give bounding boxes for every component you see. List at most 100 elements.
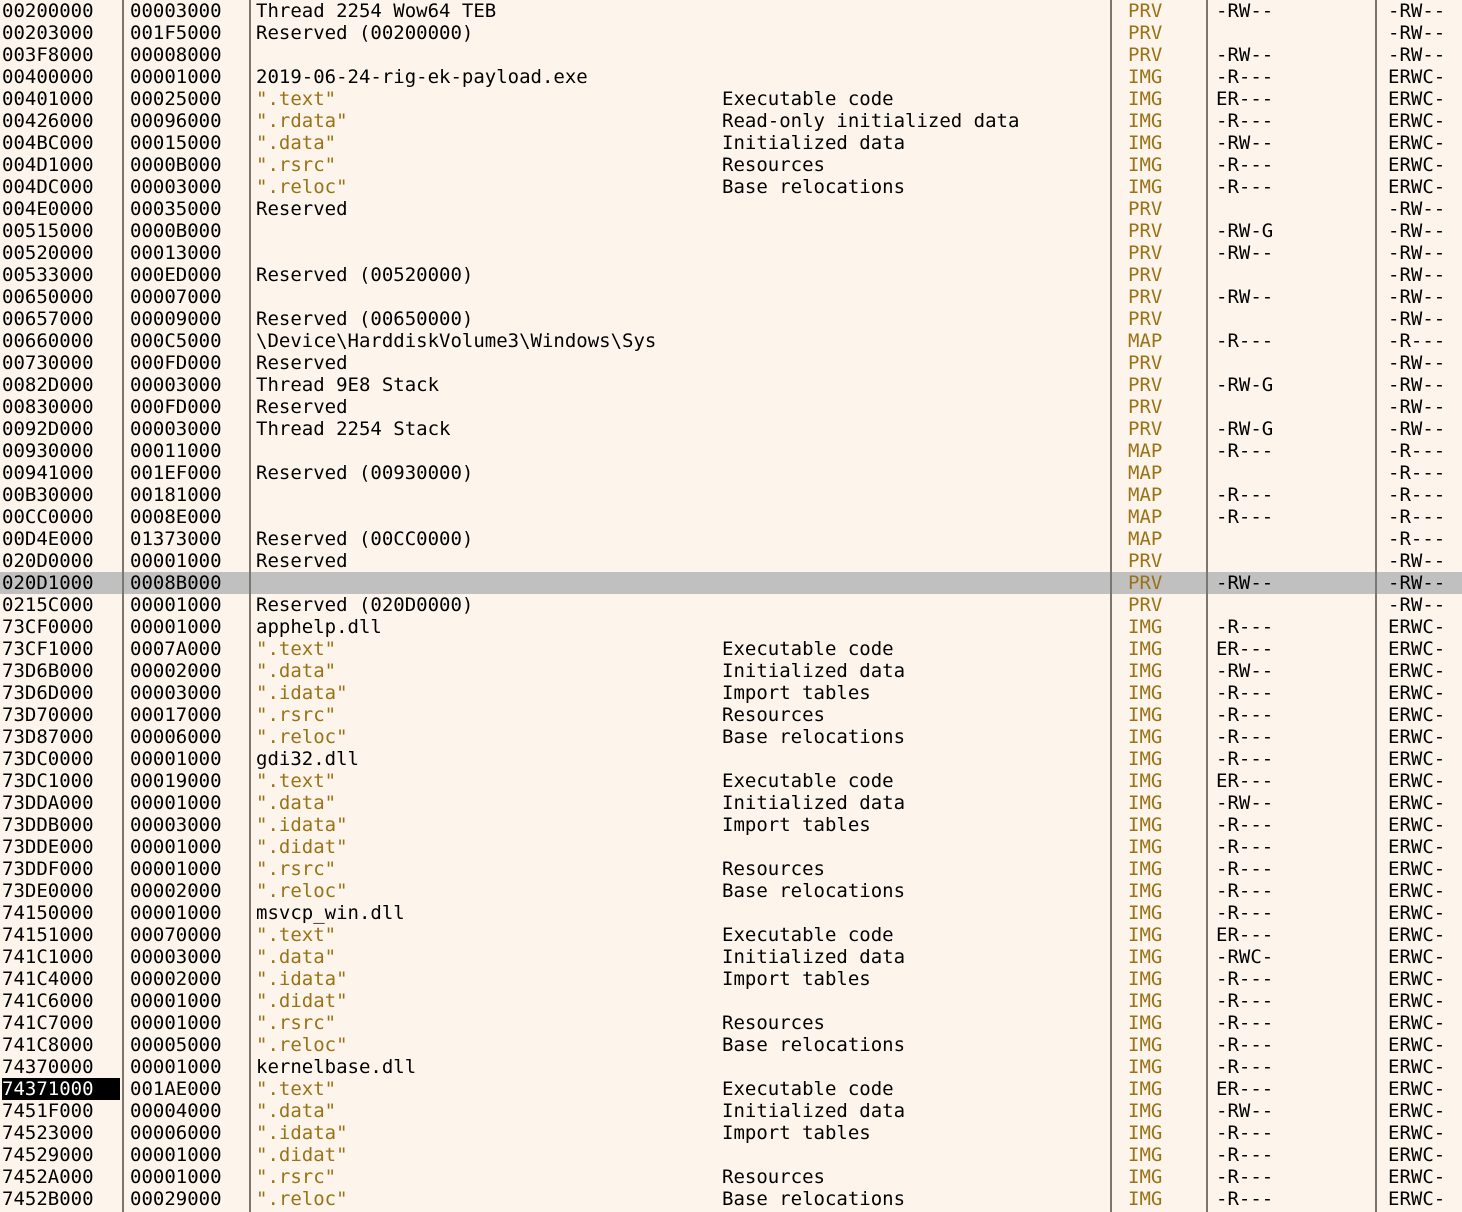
cell-initial-protection[interactable]: ERWC- — [1388, 1034, 1462, 1056]
cell-info[interactable]: ".reloc" — [256, 176, 712, 198]
cell-protection[interactable]: -RW-G — [1216, 220, 1372, 242]
memory-map-row[interactable]: 00830000 000FD000 Reserved PRV -RW-- — [0, 396, 1462, 418]
memory-map-row[interactable]: 00930000 00011000 MAP -R--- -R--- — [0, 440, 1462, 462]
cell-address[interactable]: 00930000 — [2, 440, 120, 462]
cell-initial-protection[interactable]: ERWC- — [1388, 616, 1462, 638]
cell-type[interactable]: PRV — [1128, 242, 1202, 264]
cell-type[interactable]: IMG — [1128, 704, 1202, 726]
cell-info[interactable]: ".rdata" — [256, 110, 712, 132]
cell-address[interactable]: 003F8000 — [2, 44, 120, 66]
cell-address[interactable]: 00400000 — [2, 66, 120, 88]
cell-size[interactable]: 00001000 — [130, 1144, 247, 1166]
cell-address[interactable]: 00401000 — [2, 88, 120, 110]
cell-info[interactable]: Reserved (00200000) — [256, 22, 712, 44]
column-separator-protection-initial[interactable] — [1375, 0, 1377, 1212]
cell-address[interactable]: 73D6D000 — [2, 682, 120, 704]
cell-size[interactable]: 00006000 — [130, 1122, 247, 1144]
cell-initial-protection[interactable]: -RW-- — [1388, 22, 1462, 44]
cell-type[interactable]: IMG — [1128, 154, 1202, 176]
cell-initial-protection[interactable]: -RW-- — [1388, 0, 1462, 22]
cell-info[interactable]: Reserved (020D0000) — [256, 594, 712, 616]
cell-info[interactable]: msvcp_win.dll — [256, 902, 712, 924]
cell-type[interactable]: PRV — [1128, 308, 1202, 330]
cell-address[interactable]: 00650000 — [2, 286, 120, 308]
cell-initial-protection[interactable]: -R--- — [1388, 440, 1462, 462]
cell-size[interactable]: 000FD000 — [130, 352, 247, 374]
cell-info[interactable] — [256, 572, 712, 594]
cell-initial-protection[interactable]: ERWC- — [1388, 1144, 1462, 1166]
cell-protection[interactable] — [1216, 462, 1372, 484]
cell-address[interactable]: 004D1000 — [2, 154, 120, 176]
cell-description[interactable]: Base relocations — [722, 880, 1108, 902]
cell-initial-protection[interactable]: ERWC- — [1388, 1166, 1462, 1188]
memory-map-row[interactable]: 003F8000 00008000 PRV -RW-- -RW-- — [0, 44, 1462, 66]
cell-description[interactable]: Executable code — [722, 638, 1108, 660]
cell-protection[interactable] — [1216, 22, 1372, 44]
memory-map-row[interactable]: 7452A000 00001000 ".rsrc" Resources IMG -R---… — [0, 1166, 1462, 1188]
cell-type[interactable]: IMG — [1128, 1078, 1202, 1100]
cell-size[interactable]: 00003000 — [130, 682, 247, 704]
memory-map-row[interactable]: 741C7000 00001000 ".rsrc" Resources IMG -R---… — [0, 1012, 1462, 1034]
cell-info[interactable]: Thread 2254 Wow64 TEB — [256, 0, 712, 22]
cell-size[interactable]: 00029000 — [130, 1188, 247, 1210]
cell-size[interactable]: 01373000 — [130, 528, 247, 550]
cell-type[interactable]: IMG — [1128, 924, 1202, 946]
cell-size[interactable]: 0000B000 — [130, 220, 247, 242]
cell-address[interactable]: 004BC000 — [2, 132, 120, 154]
cell-description[interactable] — [722, 264, 1108, 286]
cell-initial-protection[interactable]: ERWC- — [1388, 1188, 1462, 1210]
cell-protection[interactable]: -R--- — [1216, 902, 1372, 924]
cell-description[interactable]: Initialized data — [722, 1100, 1108, 1122]
cell-size[interactable]: 000ED000 — [130, 264, 247, 286]
cell-address[interactable]: 741C4000 — [2, 968, 120, 990]
cell-type[interactable]: IMG — [1128, 1188, 1202, 1210]
cell-description[interactable] — [722, 396, 1108, 418]
cell-info[interactable]: gdi32.dll — [256, 748, 712, 770]
cell-description[interactable] — [722, 462, 1108, 484]
cell-protection[interactable] — [1216, 308, 1372, 330]
cell-size[interactable]: 00001000 — [130, 616, 247, 638]
cell-size[interactable]: 00003000 — [130, 946, 247, 968]
cell-initial-protection[interactable]: -RW-- — [1388, 352, 1462, 374]
cell-size[interactable]: 00003000 — [130, 418, 247, 440]
cell-initial-protection[interactable]: ERWC- — [1388, 660, 1462, 682]
cell-initial-protection[interactable]: -RW-- — [1388, 396, 1462, 418]
memory-map-row[interactable]: 74151000 00070000 ".text" Executable code IM… — [0, 924, 1462, 946]
cell-address[interactable]: 00200000 — [2, 0, 120, 22]
cell-type[interactable]: PRV — [1128, 0, 1202, 22]
cell-info[interactable]: ".rsrc" — [256, 154, 712, 176]
cell-description[interactable] — [722, 308, 1108, 330]
cell-info[interactable]: ".data" — [256, 792, 712, 814]
cell-protection[interactable]: -R--- — [1216, 748, 1372, 770]
cell-address[interactable]: 00B30000 — [2, 484, 120, 506]
cell-initial-protection[interactable]: -R--- — [1388, 462, 1462, 484]
cell-protection[interactable]: -R--- — [1216, 66, 1372, 88]
cell-size[interactable]: 0007A000 — [130, 638, 247, 660]
cell-address[interactable]: 73D6B000 — [2, 660, 120, 682]
cell-type[interactable]: PRV — [1128, 286, 1202, 308]
cell-type[interactable]: IMG — [1128, 858, 1202, 880]
cell-info[interactable]: ".data" — [256, 946, 712, 968]
cell-type[interactable]: MAP — [1128, 484, 1202, 506]
cell-info[interactable]: Reserved (00520000) — [256, 264, 712, 286]
cell-type[interactable]: MAP — [1128, 506, 1202, 528]
memory-map-row[interactable]: 73CF0000 00001000 apphelp.dll IMG -R--- ERWC- — [0, 616, 1462, 638]
cell-description[interactable]: Base relocations — [722, 1188, 1108, 1210]
cell-type[interactable]: PRV — [1128, 352, 1202, 374]
cell-description[interactable] — [722, 352, 1108, 374]
cell-description[interactable] — [722, 550, 1108, 572]
cell-protection[interactable]: -RW-- — [1216, 0, 1372, 22]
cell-size[interactable]: 00005000 — [130, 1034, 247, 1056]
memory-map-row[interactable]: 74523000 00006000 ".idata" Import tables IMG… — [0, 1122, 1462, 1144]
cell-type[interactable]: PRV — [1128, 374, 1202, 396]
cell-info[interactable]: ".reloc" — [256, 726, 712, 748]
cell-size[interactable]: 00096000 — [130, 110, 247, 132]
cell-type[interactable]: IMG — [1128, 1034, 1202, 1056]
memory-map-row[interactable]: 00730000 000FD000 Reserved PRV -RW-- — [0, 352, 1462, 374]
cell-description[interactable] — [722, 286, 1108, 308]
cell-address[interactable]: 73D87000 — [2, 726, 120, 748]
memory-map-row[interactable]: 74150000 00001000 msvcp_win.dll IMG -R--- ERW… — [0, 902, 1462, 924]
cell-info[interactable]: ".text" — [256, 638, 712, 660]
cell-protection[interactable]: -RW-- — [1216, 132, 1372, 154]
cell-type[interactable]: IMG — [1128, 946, 1202, 968]
